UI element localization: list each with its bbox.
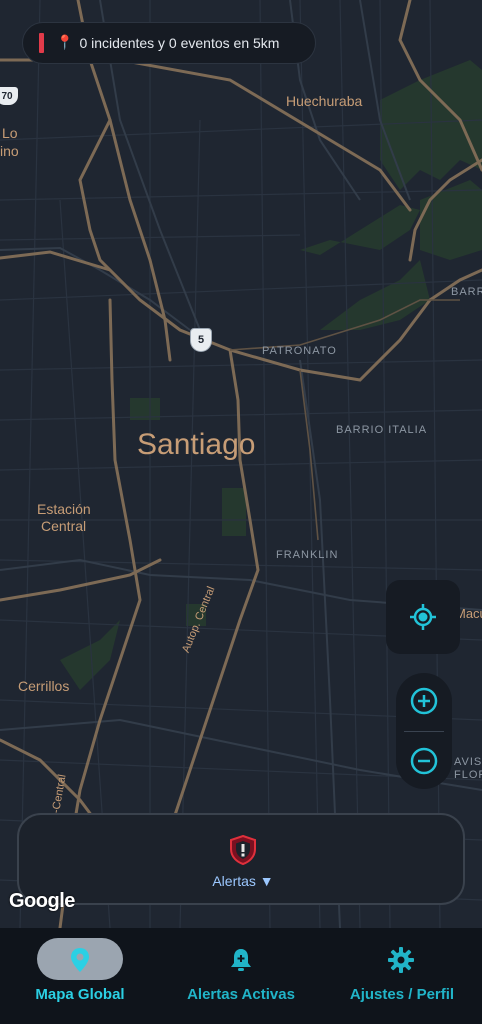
district-label-barrio-italia: BARRIO ITALIA	[336, 424, 428, 436]
place-label-ino: ino	[0, 143, 19, 159]
district-label-flor: FLOR	[454, 769, 482, 781]
zoom-divider	[404, 731, 444, 732]
nav-item-mapa-global[interactable]: Mapa Global	[0, 928, 160, 1024]
district-label-avis: AVIS	[454, 756, 482, 768]
place-label-lo: Lo	[2, 125, 18, 141]
zoom-out-button[interactable]	[408, 745, 440, 777]
zoom-controls	[396, 673, 452, 789]
nav-label-alertas-activas: Alertas Activas	[187, 986, 295, 1003]
alerts-toggle-label[interactable]: Alertas ▼	[19, 873, 467, 889]
zoom-out-icon	[410, 747, 438, 775]
location-pin-icon	[71, 948, 89, 972]
route-shield-70: 70	[0, 87, 18, 105]
district-label-franklin: FRANKLIN	[276, 549, 339, 561]
bottom-navigation: Mapa Global Alertas Activas Ajustes / Pe…	[0, 928, 482, 1024]
place-label-huechuraba: Huechuraba	[286, 93, 363, 109]
incident-status-text: 0 incidentes y 0 eventos en 5km	[79, 35, 280, 51]
gps-locate-icon	[410, 604, 436, 630]
gear-icon	[388, 947, 414, 973]
zoom-in-icon	[410, 687, 438, 715]
district-label-barr: BARR	[451, 286, 482, 298]
alerts-panel[interactable]: Alertas ▼	[17, 813, 465, 905]
nav-label-ajustes-perfil: Ajustes / Perfil	[349, 986, 455, 1003]
nav-item-alertas-activas[interactable]: Alertas Activas	[161, 928, 321, 1024]
route-shield-5: 5	[190, 328, 212, 352]
incident-status-pill[interactable]: 📍 0 incidentes y 0 eventos en 5km	[22, 22, 316, 64]
shield-alert-icon	[230, 835, 256, 865]
place-label-central: Central	[41, 518, 87, 534]
zoom-in-button[interactable]	[408, 685, 440, 717]
place-label-estacion: Estación	[37, 501, 91, 517]
city-label: Santiago	[137, 428, 256, 461]
map-canvas[interactable]	[0, 0, 482, 928]
place-label-cerrillos: Cerrillos	[18, 678, 70, 694]
locate-me-button[interactable]	[386, 580, 460, 654]
nav-item-ajustes-perfil[interactable]: Ajustes / Perfil	[322, 928, 482, 1024]
district-label-patronato: PATRONATO	[262, 345, 337, 357]
bell-plus-icon	[231, 949, 251, 971]
google-attribution-logo: Google	[9, 890, 75, 912]
map-pin-icon: 📍	[56, 35, 74, 51]
status-indicator-bar	[39, 33, 44, 53]
nav-label-mapa-global: Mapa Global	[35, 986, 125, 1003]
